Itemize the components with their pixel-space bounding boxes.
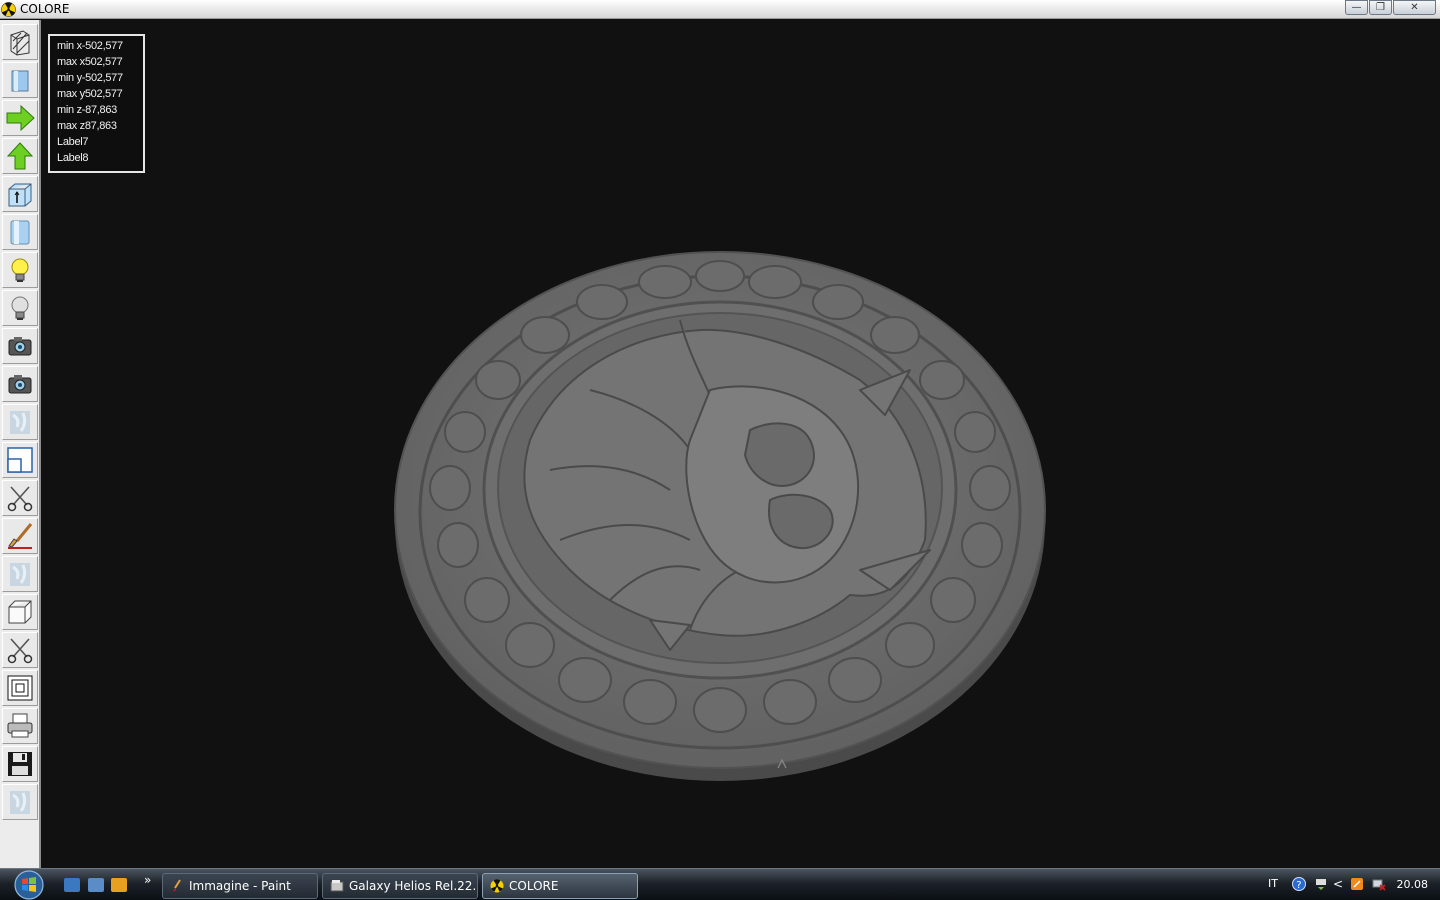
lion-medallion-model[interactable]: [390, 240, 1050, 785]
media-player-icon[interactable]: [111, 878, 127, 892]
box-info-button[interactable]: [2, 176, 38, 212]
offset-button[interactable]: [2, 670, 38, 706]
label7: Label7: [57, 136, 89, 148]
safely-remove-icon[interactable]: [1314, 877, 1328, 891]
texture-alt-icon: [10, 563, 30, 586]
light-off-button[interactable]: [2, 290, 38, 326]
more-chevron-icon[interactable]: »: [144, 873, 151, 887]
cube-icon: [8, 600, 32, 624]
brush-icon: [8, 523, 33, 549]
system-tray: IT ? < 20.08: [1260, 871, 1440, 899]
save-disk-icon: [8, 752, 32, 776]
switch-windows-icon[interactable]: [88, 878, 104, 892]
arrow-up-button[interactable]: [2, 138, 38, 174]
language-indicator[interactable]: IT: [1268, 877, 1278, 890]
arrow-right-icon: [6, 104, 35, 132]
max-z-label: max z87,863: [57, 120, 117, 132]
wireframe-button[interactable]: [2, 24, 38, 60]
light-on-icon: [11, 258, 29, 282]
taskbar-item-label: Galaxy Helios Rel.22...: [349, 879, 478, 893]
scissors-alt-button[interactable]: [2, 632, 38, 668]
texture-icon: [10, 411, 30, 434]
box-info-icon: [8, 183, 32, 207]
minimize-button[interactable]: —: [1345, 0, 1368, 15]
shaded-box-icon: [11, 70, 29, 92]
window-split-button[interactable]: [2, 442, 38, 478]
cylinder-icon: [10, 220, 30, 245]
texture-alt-button[interactable]: [2, 556, 38, 592]
restore-button[interactable]: ❐: [1369, 0, 1392, 15]
taskbar-item-paint[interactable]: Immagine - Paint: [162, 873, 318, 899]
app-tray-icon[interactable]: [1350, 877, 1364, 891]
camera-alt-icon: [8, 375, 32, 394]
close-button[interactable]: ✕: [1393, 0, 1436, 15]
max-y-label: max y502,577: [57, 88, 123, 100]
title-bar: COLORE — ❐ ✕: [0, 0, 1440, 19]
camera-alt-button[interactable]: [2, 366, 38, 402]
min-z-label: min z-87,863: [57, 104, 117, 116]
cube-button[interactable]: [2, 594, 38, 630]
brush-button[interactable]: [2, 518, 38, 554]
show-desktop-icon[interactable]: [64, 878, 80, 892]
start-button[interactable]: [8, 870, 50, 900]
galaxy-helios-icon: [330, 880, 344, 892]
max-x-label: max x502,577: [57, 56, 123, 68]
printer-icon: [7, 713, 33, 738]
window-controls: — ❐ ✕: [1345, 0, 1436, 16]
texture-disabled-button[interactable]: [2, 784, 38, 820]
arrow-right-button[interactable]: [2, 100, 38, 136]
clock[interactable]: 20.08: [1397, 878, 1429, 891]
left-toolbar: [0, 20, 41, 868]
radiation-icon: [490, 879, 504, 893]
shaded-box-button[interactable]: [2, 62, 38, 98]
paint-brush-icon: [173, 879, 181, 892]
svg-text:?: ?: [1296, 880, 1301, 891]
light-off-icon: [11, 296, 29, 320]
network-icon[interactable]: [1372, 877, 1386, 891]
scissors-button[interactable]: [2, 480, 38, 516]
taskbar-item-label: COLORE: [509, 879, 559, 893]
scissors-alt-icon: [7, 638, 33, 664]
radiation-app-icon: [1, 2, 16, 17]
taskbar-item-galaxy-helios[interactable]: Galaxy Helios Rel.22...: [322, 873, 478, 899]
help-icon[interactable]: ?: [1292, 877, 1306, 891]
min-x-label: min x-502,577: [57, 40, 123, 52]
print-button[interactable]: [2, 708, 38, 744]
camera-icon: [8, 337, 32, 356]
taskbar-item-label: Immagine - Paint: [189, 879, 291, 893]
concentric-squares-icon: [7, 675, 33, 701]
window-split-icon: [7, 447, 33, 473]
taskbar: » Immagine - Paint Galaxy Helios Rel.22.…: [0, 868, 1440, 900]
arrow-up-icon: [6, 142, 34, 170]
texture-disabled-icon: [10, 791, 30, 814]
min-y-label: min y-502,577: [57, 72, 123, 84]
window-title: COLORE: [20, 2, 70, 16]
bounds-info-panel: min x-502,577 max x502,577 min y-502,577…: [48, 34, 145, 173]
wireframe-icon: [10, 30, 30, 56]
texture-button[interactable]: [2, 404, 38, 440]
camera-button[interactable]: [2, 328, 38, 364]
taskbar-item-colore[interactable]: COLORE: [482, 873, 638, 899]
show-hidden-icons[interactable]: <: [1333, 877, 1347, 891]
save-button[interactable]: [2, 746, 38, 782]
scissors-icon: [7, 486, 33, 512]
light-on-button[interactable]: [2, 252, 38, 288]
cylinder-button[interactable]: [2, 214, 38, 250]
label8: Label8: [57, 152, 89, 164]
